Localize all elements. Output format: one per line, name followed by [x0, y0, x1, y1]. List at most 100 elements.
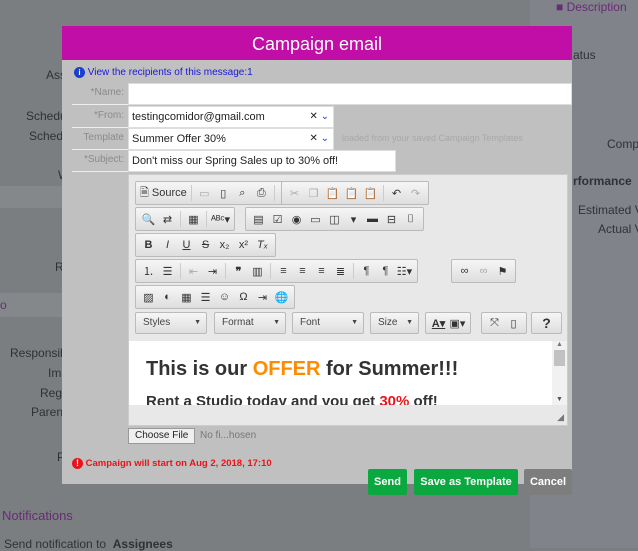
view-recipients-link[interactable]: i View the recipients of this message:1	[74, 67, 253, 78]
bulleted-list-icon[interactable]: ☰	[159, 262, 176, 280]
info-icon: i	[74, 67, 85, 78]
content-paragraph: Rent a Studio today and you get 30% off!	[146, 393, 438, 405]
campaign-email-dialog: Campaign email i View the recipients of …	[62, 26, 572, 495]
checkbox-icon[interactable]: ☑	[269, 210, 286, 228]
choose-file-button[interactable]: Choose File	[128, 428, 196, 444]
editor-scrollbar[interactable]: ▲ ▼	[552, 341, 567, 405]
new-page-icon[interactable]: ▯	[215, 184, 232, 202]
source-icon: 🗎	[140, 186, 149, 199]
page-break-icon[interactable]: ⇥	[254, 288, 271, 306]
horizontal-line-icon[interactable]: ☰	[197, 288, 214, 306]
strike-icon[interactable]: S	[197, 236, 214, 254]
button-icon[interactable]: ▬	[364, 210, 381, 228]
maximize-icon[interactable]: ⤧	[486, 314, 503, 332]
from-select[interactable]: testingcomidor@gmail.com ✕ ⌄	[128, 106, 334, 128]
textarea-icon[interactable]: ◫	[326, 210, 343, 228]
text-color-icon[interactable]: A▾	[430, 314, 447, 332]
toolbar-group-tools: ⤧ ▯	[481, 312, 527, 334]
anchor-icon[interactable]: ⚑	[494, 262, 511, 280]
subscript-icon[interactable]: x₂	[216, 236, 233, 254]
numbered-list-icon[interactable]: ⒈	[140, 262, 157, 280]
remove-format-icon[interactable]: Tₓ	[254, 236, 271, 254]
select-icon[interactable]: ▾	[345, 210, 362, 228]
paste-text-icon[interactable]: 📋	[343, 184, 360, 202]
print-icon[interactable]: ⎙	[253, 184, 270, 202]
paste-word-icon[interactable]: 📋	[362, 184, 379, 202]
spellcheck-icon[interactable]: ᴬᴮᶜ▾	[211, 210, 230, 228]
help-button[interactable]: ?	[531, 312, 562, 334]
actual-label: Actual V	[598, 222, 638, 236]
align-left-icon[interactable]: ≡	[275, 262, 292, 280]
clear-icon[interactable]: ✕	[309, 111, 317, 122]
flash-icon[interactable]: ◐	[159, 288, 176, 306]
template-label: Template	[72, 128, 128, 150]
caret-down-icon: ▼	[406, 319, 413, 326]
ltr-icon[interactable]: ¶	[358, 262, 375, 280]
redo-icon[interactable]: ↷	[407, 184, 424, 202]
preview-icon[interactable]: ⌕	[234, 184, 251, 202]
replace-icon[interactable]: ⇄	[159, 210, 176, 228]
comp-label: Comp	[607, 137, 638, 151]
blockquote-icon[interactable]: ❞	[230, 262, 247, 280]
show-blocks-icon[interactable]: ▯	[505, 314, 522, 332]
table-icon[interactable]: ▦	[178, 288, 195, 306]
name-input[interactable]	[128, 83, 572, 105]
image-button-icon[interactable]: ⊟	[383, 210, 400, 228]
align-right-icon[interactable]: ≡	[313, 262, 330, 280]
unlink-icon[interactable]: ∞	[475, 262, 492, 280]
smiley-icon[interactable]: ☺	[216, 288, 233, 306]
image-icon[interactable]: ▨	[140, 288, 157, 306]
find-icon[interactable]: 🔍	[140, 210, 157, 228]
format-dropdown[interactable]: Format ▼	[214, 312, 286, 334]
div-icon[interactable]: ▥	[249, 262, 266, 280]
scroll-down-icon[interactable]: ▼	[552, 396, 567, 403]
source-button[interactable]: 🗎 Source	[140, 184, 187, 202]
send-notification-label: Send notification to	[4, 537, 107, 551]
superscript-icon[interactable]: x²	[235, 236, 252, 254]
editor-content[interactable]: This is our OFFER for Summer!!! Rent a S…	[129, 341, 567, 405]
cancel-button[interactable]: Cancel	[524, 469, 572, 495]
scroll-up-icon[interactable]: ▲	[552, 341, 567, 348]
chevron-down-icon[interactable]: ⌄	[321, 133, 329, 144]
bg-color-icon[interactable]: ▣▾	[449, 314, 466, 332]
italic-icon[interactable]: I	[159, 236, 176, 254]
save-as-template-button[interactable]: Save as Template	[414, 469, 518, 495]
toolbar-group-basic: B I U Sx₂ x² Tₓ	[135, 233, 276, 257]
clear-icon[interactable]: ✕	[309, 133, 317, 144]
form-icon[interactable]: ▤	[250, 210, 267, 228]
underline-icon[interactable]: U	[178, 236, 195, 254]
toolbar-group-forms: ▤ ☑ ◉ ▭ ◫ ▾ ▬ ⊟ ⌷	[245, 207, 424, 231]
radio-icon[interactable]: ◉	[288, 210, 305, 228]
scroll-thumb[interactable]	[554, 350, 565, 366]
description-tab[interactable]: ■ Description	[556, 0, 627, 14]
undo-icon[interactable]: ↶	[388, 184, 405, 202]
cut-icon[interactable]: ✂	[286, 184, 303, 202]
textfield-icon[interactable]: ▭	[307, 210, 324, 228]
copy-icon[interactable]: ❐	[305, 184, 322, 202]
send-button[interactable]: Send	[368, 469, 407, 495]
save-icon[interactable]: ▭	[196, 184, 213, 202]
iframe-icon[interactable]: 🌐	[273, 288, 290, 306]
align-center-icon[interactable]: ≡	[294, 262, 311, 280]
bg-band	[0, 293, 62, 317]
font-dropdown[interactable]: Font ▼	[292, 312, 364, 334]
resize-handle-icon[interactable]: ◢	[557, 412, 564, 423]
justify-icon[interactable]: ≣	[332, 262, 349, 280]
size-dropdown[interactable]: Size ▼	[370, 312, 419, 334]
select-all-icon[interactable]: ▦	[185, 210, 202, 228]
send-notification-value[interactable]: Assignees	[113, 537, 173, 551]
bold-icon[interactable]: B	[140, 236, 157, 254]
link-icon[interactable]: ∞	[456, 262, 473, 280]
indent-icon[interactable]: ⇥	[204, 262, 221, 280]
template-select[interactable]: Summer Offer 30% ✕ ⌄	[128, 128, 334, 150]
paste-icon[interactable]: 📋	[324, 184, 341, 202]
styles-dropdown[interactable]: Styles ▼	[135, 312, 207, 334]
subject-input[interactable]: Don't miss our Spring Sales up to 30% of…	[128, 150, 396, 172]
special-char-icon[interactable]: Ω	[235, 288, 252, 306]
chevron-down-icon[interactable]: ⌄	[321, 111, 329, 122]
heading-text: for Summer!!!	[320, 358, 459, 380]
hidden-field-icon[interactable]: ⌷	[402, 210, 419, 228]
outdent-icon[interactable]: ⇤	[185, 262, 202, 280]
language-icon[interactable]: ☷▾	[396, 262, 413, 280]
rtl-icon[interactable]: ¶	[377, 262, 394, 280]
